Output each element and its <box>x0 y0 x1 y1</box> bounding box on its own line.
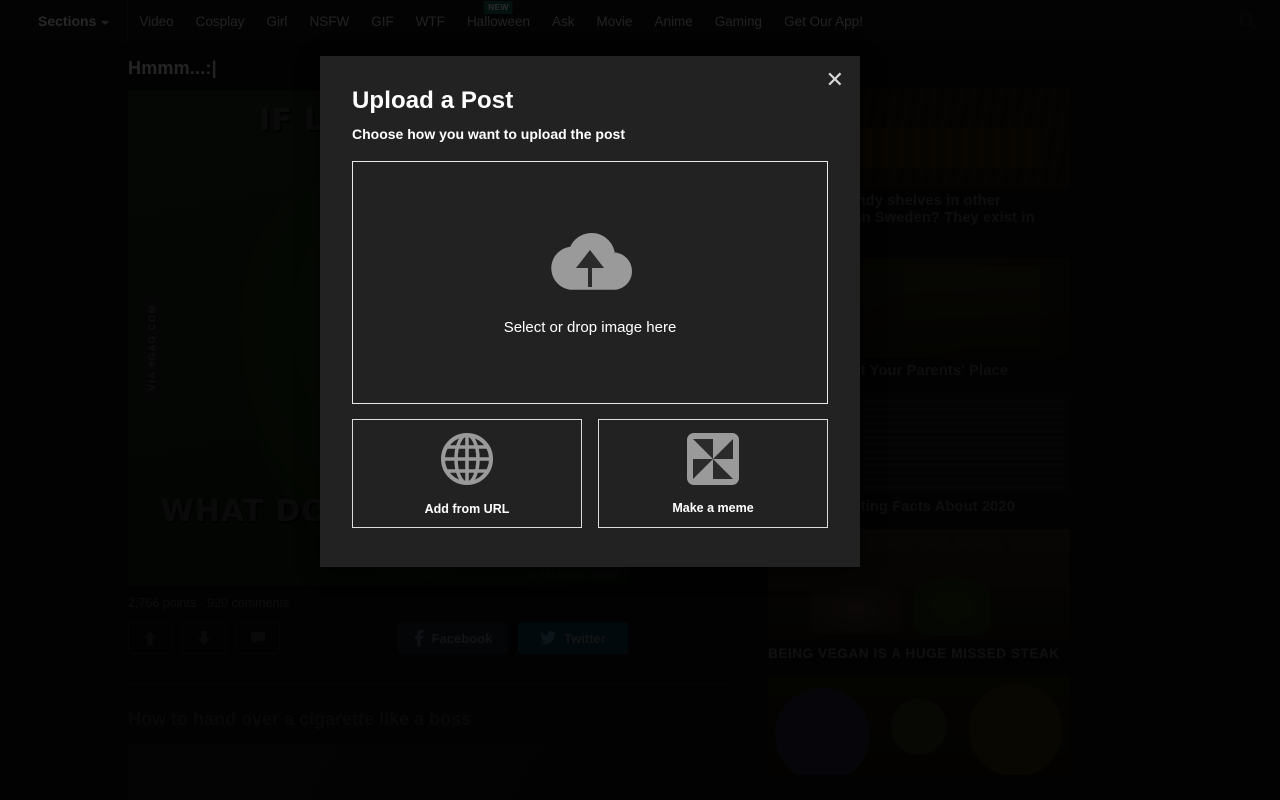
dropzone-label: Select or drop image here <box>503 318 677 336</box>
make-a-meme-button[interactable]: Make a meme <box>598 419 828 528</box>
add-from-url-button[interactable]: Add from URL <box>352 419 582 528</box>
upload-post-modal: ✕ Upload a Post Choose how you want to u… <box>320 56 860 567</box>
close-icon[interactable]: ✕ <box>826 70 844 92</box>
image-dropzone[interactable]: Select or drop image here <box>352 161 828 404</box>
cloud-upload-icon <box>547 230 633 299</box>
add-from-url-label: Add from URL <box>424 501 510 516</box>
pinwheel-meme-icon <box>687 432 739 490</box>
make-a-meme-label: Make a meme <box>672 500 754 515</box>
modal-title: Upload a Post <box>352 87 514 114</box>
upload-choices: Add from URL Make a meme <box>352 419 828 528</box>
page-root: Sections Video Cosplay Girl NSFW GIF WTF… <box>0 0 1280 800</box>
globe-icon <box>440 432 494 491</box>
modal-subtitle: Choose how you want to upload the post <box>352 126 625 142</box>
